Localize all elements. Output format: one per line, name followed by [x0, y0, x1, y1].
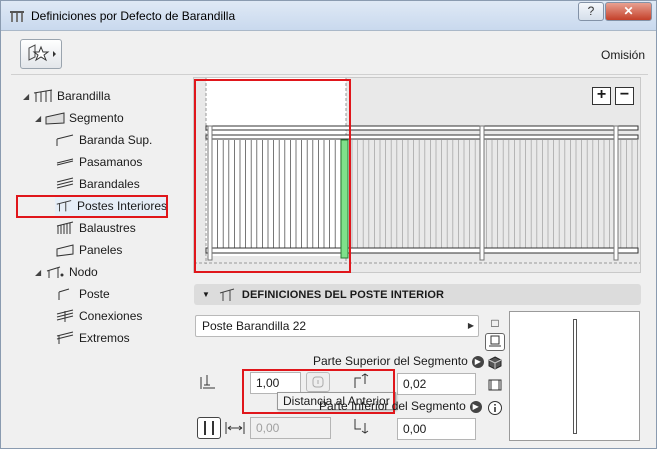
section-title: DEFINICIONES DEL POSTE INTERIOR	[241, 288, 445, 301]
bottom-of-segment-label[interactable]: Parte Inferior del Segmento ▶	[319, 399, 482, 413]
post-placement-button[interactable]	[197, 417, 221, 439]
node-icon	[46, 266, 64, 278]
bottom-offset-icon	[354, 419, 369, 434]
film-strip-icon[interactable]	[485, 378, 505, 396]
tree-item-pasamanos[interactable]: Pasamanos	[55, 152, 142, 172]
tree-label: Pasamanos	[79, 155, 143, 169]
tree-label: Poste	[79, 287, 110, 301]
preview-selection-highlight	[194, 79, 351, 273]
panels-icon	[56, 244, 74, 257]
favorites-button[interactable]	[20, 39, 62, 69]
tree-item-baranda-sup[interactable]: Baranda Sup.	[55, 130, 152, 150]
post-type-select[interactable]: Poste Barandilla 22 ▶	[195, 315, 479, 337]
collapse-arrow-icon[interactable]: ▼	[202, 290, 210, 299]
zoom-out-button[interactable]: −	[615, 87, 634, 105]
inner-post	[613, 125, 619, 261]
post-icon	[58, 288, 70, 300]
expand-arrow-icon[interactable]: ◢	[35, 114, 45, 123]
post-preview	[509, 311, 640, 441]
handrail-icon	[56, 158, 74, 166]
small-square-icon[interactable]: □	[485, 314, 505, 332]
top-of-segment-label[interactable]: Parte Superior del Segmento ▶	[313, 354, 484, 368]
tree-label: Baranda Sup.	[79, 133, 153, 147]
dialog-window: Definiciones por Defecto de Barandilla ?…	[0, 0, 657, 449]
inner-post	[479, 125, 485, 261]
connections-icon	[56, 309, 74, 322]
spacing-field[interactable]: 0,00	[250, 417, 331, 439]
tree-item-segmento[interactable]: ◢ Segmento	[35, 108, 124, 128]
favorites-star-icon	[28, 44, 56, 62]
rails-icon	[56, 177, 74, 189]
post-placement-icon	[204, 421, 214, 435]
help-button[interactable]: ?	[578, 2, 604, 21]
tree-item-barandales[interactable]: Barandales	[55, 174, 140, 194]
tree-label: Extremos	[79, 331, 130, 345]
zoom-in-button[interactable]: +	[592, 87, 611, 105]
ends-icon	[56, 331, 74, 344]
arrow-right-icon[interactable]: ▶	[469, 400, 482, 413]
expand-arrow-icon[interactable]: ◢	[35, 268, 45, 277]
omision-label: Omisión	[601, 48, 646, 62]
tree-label: Conexiones	[79, 309, 143, 323]
spacing-icon	[225, 422, 245, 434]
post-type-value: Poste Barandilla 22	[202, 319, 307, 333]
tree-label: Paneles	[79, 243, 123, 257]
tree-item-nodo[interactable]: ◢ Nodo	[35, 262, 98, 282]
settings-tree: ◢ Barandilla ◢ Segmento Baranda Sup. Pas…	[15, 81, 175, 441]
window-title: Definiciones por Defecto de Barandilla	[31, 9, 236, 23]
railing-app-icon	[10, 11, 24, 22]
arrow-right-icon[interactable]: ▶	[471, 355, 484, 368]
elevation-view-icon[interactable]	[485, 333, 505, 351]
tree-selection-highlight	[16, 195, 168, 218]
distance-from-previous-icon	[200, 375, 215, 389]
tree-item-balaustres[interactable]: Balaustres	[55, 218, 136, 238]
dropdown-arrow-icon: ▶	[467, 321, 474, 330]
tree-label: Barandales	[79, 177, 140, 191]
info-icon[interactable]	[485, 400, 505, 418]
bottom-offset-field[interactable]: 0,00	[397, 418, 476, 440]
tree-item-barandilla[interactable]: ◢ Barandilla	[23, 86, 110, 106]
expand-arrow-icon[interactable]: ◢	[23, 92, 33, 101]
tree-label: Balaustres	[79, 221, 136, 235]
tree-item-extremos[interactable]: Extremos	[55, 328, 130, 348]
header-divider	[11, 74, 648, 75]
tree-item-poste[interactable]: Poste	[55, 284, 110, 304]
tree-label: Segmento	[69, 111, 124, 125]
post-shape	[573, 319, 577, 434]
railing-icon	[33, 89, 53, 102]
segment-icon	[45, 112, 65, 125]
tree-item-conexiones[interactable]: Conexiones	[55, 306, 142, 326]
inner-post-icon	[219, 288, 235, 301]
3d-view-icon[interactable]	[485, 356, 505, 374]
title-bar: Definiciones por Defecto de Barandilla ?…	[1, 1, 656, 31]
top-rail-icon	[56, 134, 74, 146]
close-button[interactable]: ✕	[605, 2, 652, 21]
tree-label: Nodo	[69, 265, 98, 279]
balusters-icon	[56, 221, 74, 234]
top-offset-field[interactable]: 0,02	[397, 373, 476, 395]
tree-item-paneles[interactable]: Paneles	[55, 240, 122, 260]
tree-label: Barandilla	[57, 89, 111, 103]
section-header[interactable]: ▼ DEFINICIONES DEL POSTE INTERIOR	[194, 284, 641, 305]
